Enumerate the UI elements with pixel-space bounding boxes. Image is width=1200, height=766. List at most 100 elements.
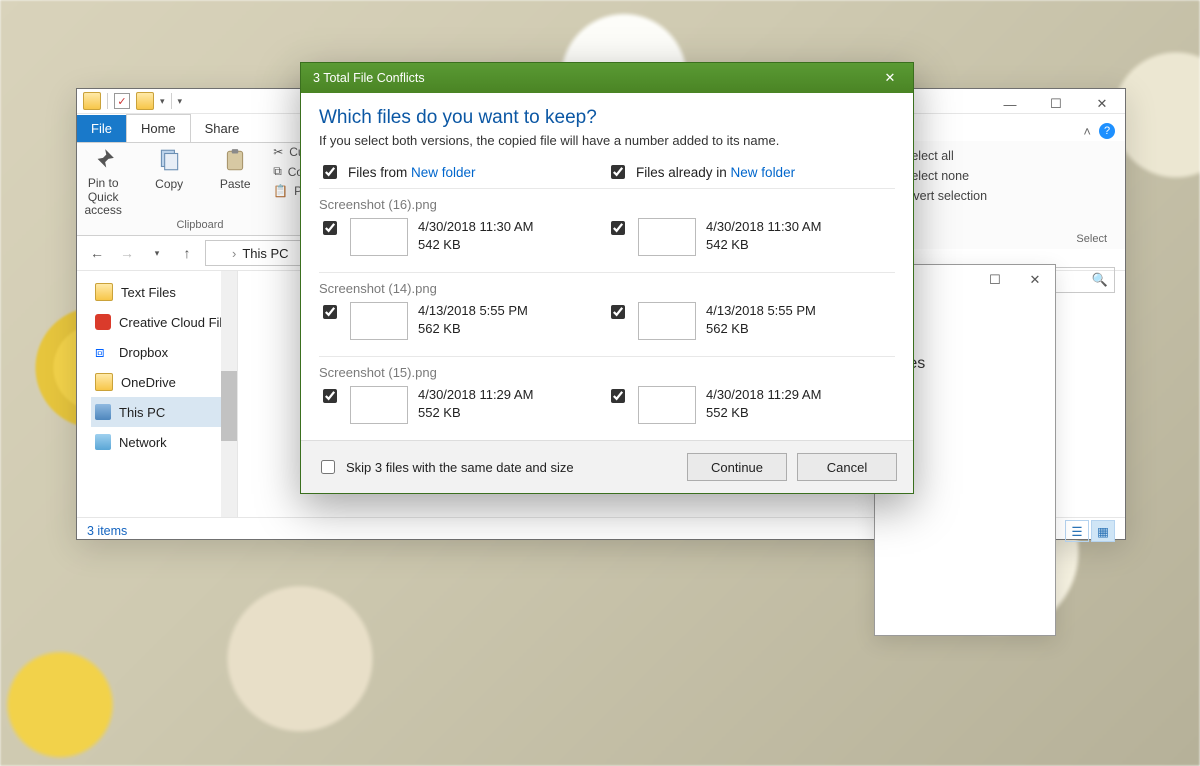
paste-icon: 📋 [273, 184, 288, 198]
file-checkbox[interactable] [323, 389, 337, 403]
file-checkbox[interactable] [323, 305, 337, 319]
paste-button[interactable]: Paste [207, 145, 263, 191]
file-meta: 4/30/2018 11:29 AM 552 KB [418, 386, 533, 421]
tree-item[interactable]: Network [91, 427, 237, 457]
conflict-group: Screenshot (14).png 4/13/2018 5:55 PM 56… [319, 272, 895, 356]
checkbox[interactable] [323, 165, 337, 179]
dialog-footer: Skip 3 files with the same date and size… [301, 440, 913, 493]
maximize-button[interactable]: ☐ [975, 265, 1015, 295]
conflict-group: Screenshot (15).png 4/30/2018 11:29 AM 5… [319, 356, 895, 440]
file-checkbox[interactable] [611, 305, 625, 319]
creative-cloud-icon [95, 314, 111, 330]
view-buttons: ☰ ▦ [1065, 520, 1115, 542]
folder-icon [95, 283, 113, 301]
up-button[interactable]: ↑ [175, 241, 199, 265]
recent-locations-button[interactable]: ▾ [145, 241, 169, 265]
large-icons-view-button[interactable]: ▦ [1091, 520, 1115, 542]
conflict-filename: Screenshot (14).png [319, 281, 895, 296]
chevron-down-icon[interactable]: ▾ [160, 96, 165, 107]
file-checkbox[interactable] [611, 389, 625, 403]
pin-to-quick-access-button[interactable]: Pin to Quick access [75, 145, 131, 217]
file-date: 4/30/2018 11:29 AM [706, 386, 821, 404]
details-view-button[interactable]: ☰ [1065, 520, 1089, 542]
file-thumbnail[interactable] [638, 218, 696, 256]
close-button[interactable]: ✕ [1079, 89, 1125, 119]
copy-icon: ⧉ [273, 164, 282, 179]
skip-checkbox[interactable]: Skip 3 files with the same date and size [317, 457, 574, 477]
checkbox[interactable] [611, 165, 625, 179]
folder-icon[interactable] [136, 92, 154, 110]
dropbox-icon: ⧈ [95, 344, 111, 360]
ribbon-collapse: ˄ ? [1083, 123, 1115, 139]
tree-item-this-pc[interactable]: This PC [91, 397, 237, 427]
cancel-button[interactable]: Cancel [797, 453, 897, 481]
checkbox[interactable] [321, 460, 335, 474]
this-pc-icon [95, 404, 111, 420]
tab-home[interactable]: Home [126, 114, 191, 142]
help-icon[interactable]: ? [1099, 123, 1115, 139]
onedrive-icon [95, 373, 113, 391]
status-text: 3 items [87, 524, 127, 538]
folder-link[interactable]: New folder [731, 165, 796, 180]
file-meta: 4/30/2018 11:30 AM 542 KB [706, 218, 821, 253]
select-none-button[interactable]: Select none [903, 169, 1113, 183]
folder-link[interactable]: New folder [411, 165, 476, 180]
paste-label: Paste [220, 177, 251, 191]
file-date: 4/13/2018 5:55 PM [418, 302, 528, 320]
file-size: 562 KB [706, 320, 816, 338]
conflict-group: Screenshot (16).png 4/30/2018 11:30 AM 5… [319, 188, 895, 272]
maximize-button[interactable]: ☐ [1033, 89, 1079, 119]
continue-button[interactable]: Continue [687, 453, 787, 481]
qat-checkbox-icon[interactable]: ✓ [114, 93, 130, 109]
tree-item[interactable]: Text Files [91, 277, 237, 307]
scrollbar-thumb[interactable] [221, 371, 237, 441]
file-thumbnail[interactable] [350, 218, 408, 256]
conflict-right: 4/30/2018 11:30 AM 542 KB [607, 218, 895, 256]
forward-button[interactable]: → [115, 241, 139, 265]
conflict-left: 4/30/2018 11:29 AM 552 KB [319, 386, 607, 424]
breadcrumb[interactable]: This PC [242, 246, 288, 261]
dialog-titlebar[interactable]: 3 Total File Conflicts ✕ [301, 63, 913, 93]
chevron-down-icon[interactable]: ▾ [178, 96, 183, 107]
network-icon [95, 434, 111, 450]
tab-share[interactable]: Share [191, 115, 254, 142]
close-icon[interactable]: ✕ [875, 67, 905, 89]
pin-icon [88, 145, 118, 175]
back-button[interactable]: ← [85, 241, 109, 265]
select-all-button[interactable]: Select all [903, 149, 1113, 163]
file-thumbnail[interactable] [638, 386, 696, 424]
file-meta: 4/13/2018 5:55 PM 562 KB [706, 302, 816, 337]
minimize-button[interactable]: — [987, 89, 1033, 119]
tree-item[interactable]: ⧈Dropbox [91, 337, 237, 367]
tree-item[interactable]: Creative Cloud Files [91, 307, 237, 337]
files-from-checkbox[interactable]: Files from New folder [319, 162, 607, 182]
file-checkbox[interactable] [611, 221, 625, 235]
conflict-left: 4/13/2018 5:55 PM 562 KB [319, 302, 607, 340]
chevron-up-icon[interactable]: ˄ [1083, 124, 1091, 139]
file-thumbnail[interactable] [350, 386, 408, 424]
copy-button[interactable]: Copy [141, 145, 197, 191]
paste-icon [220, 145, 250, 175]
tab-file[interactable]: File [77, 115, 126, 142]
tree-item[interactable]: OneDrive [91, 367, 237, 397]
close-button[interactable]: ✕ [1015, 265, 1055, 295]
divider [107, 93, 108, 109]
file-size: 552 KB [418, 404, 533, 422]
file-size: 562 KB [418, 320, 528, 338]
folder-icon [83, 92, 101, 110]
folder-icon [212, 246, 226, 260]
file-checkbox[interactable] [323, 221, 337, 235]
file-meta: 4/13/2018 5:55 PM 562 KB [418, 302, 528, 337]
file-meta: 4/30/2018 11:30 AM 542 KB [418, 218, 533, 253]
files-in-checkbox[interactable]: Files already in New folder [607, 162, 895, 182]
file-thumbnail[interactable] [350, 302, 408, 340]
conflict-right: 4/13/2018 5:55 PM 562 KB [607, 302, 895, 340]
nav-tree[interactable]: Text Files Creative Cloud Files ⧈Dropbox… [77, 271, 238, 517]
file-thumbnail[interactable] [638, 302, 696, 340]
invert-selection-button[interactable]: Invert selection [903, 189, 1113, 203]
dialog-heading: Which files do you want to keep? [319, 107, 895, 129]
ribbon-group-label: Clipboard [176, 219, 223, 231]
file-date: 4/30/2018 11:30 AM [418, 218, 533, 236]
ribbon-select-group: Select all Select none Invert selection … [890, 141, 1125, 249]
file-meta: 4/30/2018 11:29 AM 552 KB [706, 386, 821, 421]
